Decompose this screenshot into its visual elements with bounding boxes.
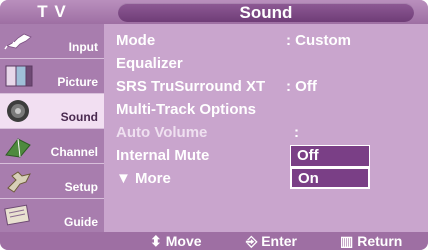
menu-row-colon: : <box>294 124 299 141</box>
menu-row-auto-volume[interactable]: Auto Volume : <box>116 122 416 144</box>
header-bar: T V Sound <box>0 0 428 24</box>
enter-icon: ⎆ <box>246 233 258 249</box>
menu-row-label: ▼ More <box>116 170 171 187</box>
return-hint: ▥ Return <box>340 232 402 250</box>
move-label: Move <box>165 233 202 249</box>
menu-row-mode[interactable]: Mode : Custom <box>116 30 416 52</box>
device-label: T V <box>37 2 67 21</box>
menu-row-value: : Custom <box>286 32 351 49</box>
menu-row-value: : Off <box>286 78 317 95</box>
sidebar-item-label: Picture <box>57 75 98 89</box>
menu-row-label: Auto Volume <box>116 124 208 141</box>
sidebar-item-picture[interactable]: Picture <box>0 59 104 93</box>
menu-content: Mode : Custom Equalizer SRS TruSurround … <box>104 24 428 232</box>
sidebar-item-sound[interactable]: Sound <box>0 94 104 128</box>
menu-row-label: Multi-Track Options <box>116 101 257 118</box>
sidebar: Input Picture Sound Channel Setup Guide <box>0 24 104 233</box>
plug-icon <box>4 33 32 50</box>
guide-icon <box>4 204 30 226</box>
antenna-icon <box>5 138 31 158</box>
title-pill: Sound <box>118 3 414 22</box>
enter-hint: ⎆ Enter <box>246 232 297 250</box>
sidebar-item-channel[interactable]: Channel <box>0 129 104 163</box>
auto-volume-dropdown[interactable]: Off On <box>290 145 370 189</box>
sidebar-item-label: Sound <box>60 110 98 124</box>
footer-bar: ⬍ Move ⎆ Enter ▥ Return <box>0 232 428 250</box>
picture-icon <box>5 65 33 87</box>
menu-row-label: Mode <box>116 32 156 49</box>
speaker-icon <box>7 100 29 122</box>
menu-row-label: SRS TruSurround XT <box>116 78 266 95</box>
menu-row-label: Internal Mute <box>116 147 210 164</box>
menu-row-internal-mute[interactable]: Internal Mute : <box>116 145 416 167</box>
sidebar-item-guide[interactable]: Guide <box>0 199 104 233</box>
sidebar-item-label: Input <box>68 40 98 54</box>
menu-row-more[interactable]: ▼ More <box>116 168 416 190</box>
menu-row-label: Equalizer <box>116 55 183 72</box>
sidebar-item-input[interactable]: Input <box>0 24 104 58</box>
sidebar-item-label: Setup <box>64 180 98 194</box>
tv-osd-menu: T V Sound Input Picture Sound Channel Se… <box>0 0 428 250</box>
dropdown-option-off[interactable]: Off <box>290 145 370 167</box>
sidebar-item-setup[interactable]: Setup <box>0 164 104 198</box>
sidebar-item-label: Channel <box>50 145 98 159</box>
menu-row-srs-trusurround[interactable]: SRS TruSurround XT : Off <box>116 76 416 98</box>
updown-arrows-icon: ⬍ <box>150 233 162 249</box>
move-hint: ⬍ Move <box>150 232 202 250</box>
return-label: Return <box>357 233 403 249</box>
menu-return-icon: ▥ <box>340 233 354 249</box>
dropdown-option-on[interactable]: On <box>290 167 370 189</box>
menu-row-equalizer[interactable]: Equalizer <box>116 53 416 75</box>
page-title: Sound <box>239 3 293 22</box>
menu-row-multi-track[interactable]: Multi-Track Options <box>116 99 416 121</box>
gear-icon <box>7 171 31 193</box>
enter-label: Enter <box>261 233 297 249</box>
sidebar-item-label: Guide <box>63 215 98 229</box>
